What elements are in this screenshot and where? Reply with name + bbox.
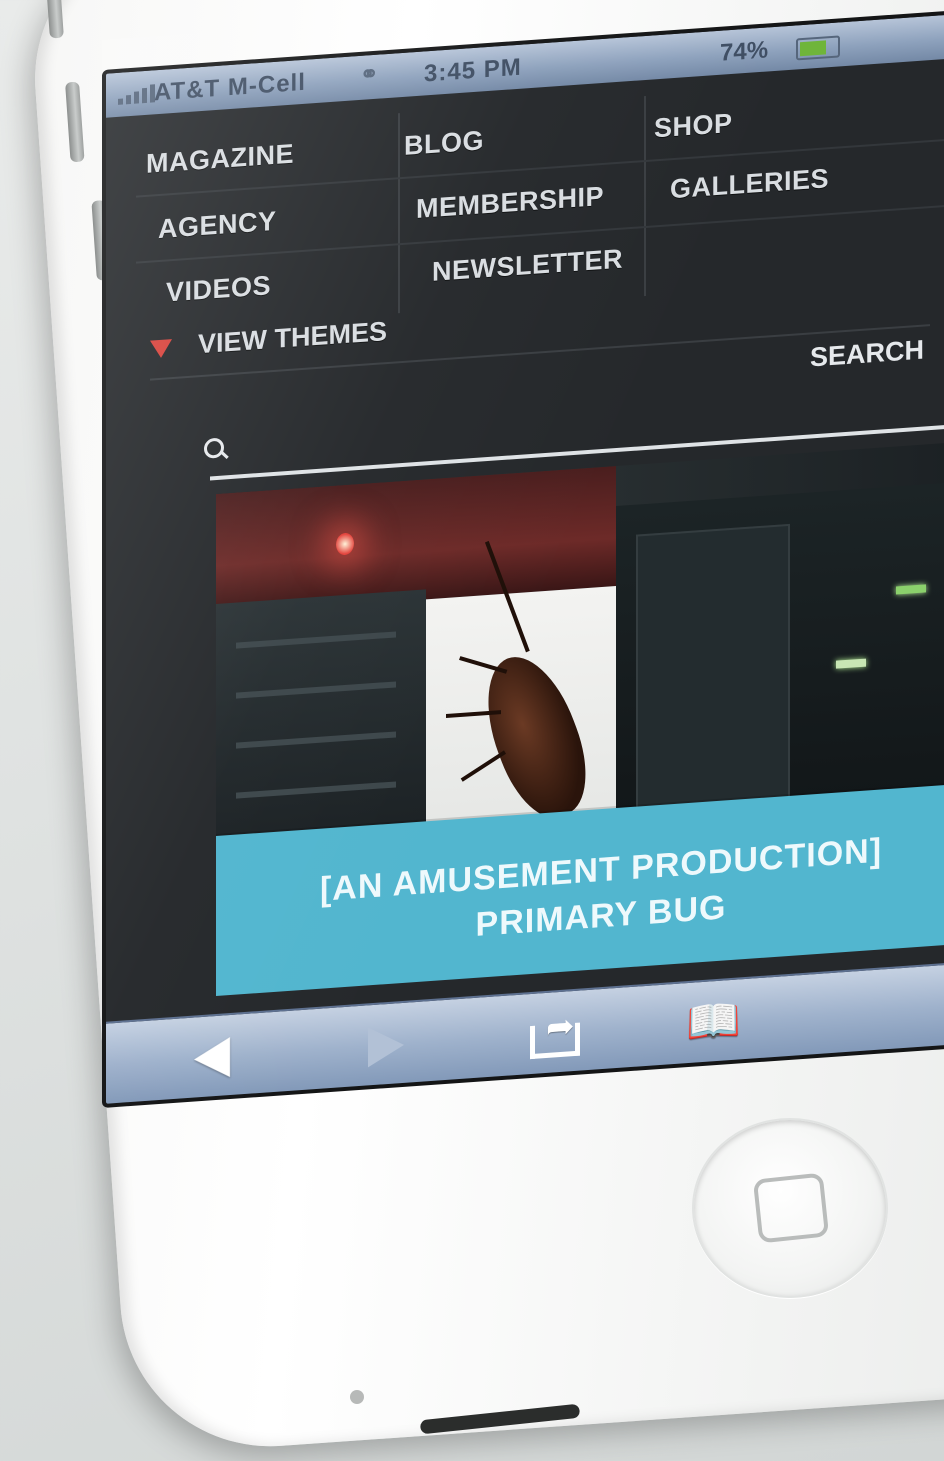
share-icon[interactable]: ➦ (526, 1005, 582, 1060)
search-icon (204, 437, 224, 459)
carrier-name: AT&T M-Cell (154, 68, 306, 107)
signal-icon (118, 84, 155, 105)
nav-item-newsletter[interactable]: NEWSLETTER (432, 244, 623, 288)
back-icon[interactable] (186, 1032, 242, 1082)
volume-up-button[interactable] (65, 81, 85, 163)
forward-icon[interactable] (358, 1020, 414, 1070)
bottom-screw (350, 1390, 364, 1404)
battery-icon (796, 35, 840, 61)
nav-item-shop[interactable]: SHOP (654, 108, 733, 144)
nav-divider (398, 113, 400, 314)
nav-item-magazine[interactable]: MAGAZINE (146, 139, 294, 180)
home-button[interactable] (692, 1118, 888, 1298)
caret-down-icon (150, 339, 172, 359)
nav-item-videos[interactable]: VIDEOS (166, 270, 271, 308)
share-arrow: ➦ (546, 1005, 575, 1048)
mute-switch[interactable] (45, 0, 64, 39)
nav-item-galleries[interactable]: GALLERIES (670, 163, 829, 205)
phone-screen: AT&T M-Cell ⚭ 3:45 PM 74% MAGAZINE AGENC… (102, 7, 944, 1108)
search-label: SEARCH (810, 334, 925, 373)
nav-item-blog[interactable]: BLOG (404, 125, 484, 162)
status-time: 3:45 PM (424, 53, 522, 88)
nav-item-agency[interactable]: AGENCY (158, 206, 277, 245)
bookmarks-icon[interactable]: 📖 (686, 994, 742, 1049)
roach-body (469, 642, 603, 831)
nav-divider (644, 95, 646, 297)
nav-item-membership[interactable]: MEMBERSHIP (416, 181, 604, 225)
battery-percent: 74% (720, 36, 769, 67)
cockroach-silhouette (446, 540, 603, 835)
wifi-icon: ⚭ (360, 60, 379, 87)
home-square-icon (752, 1172, 830, 1244)
